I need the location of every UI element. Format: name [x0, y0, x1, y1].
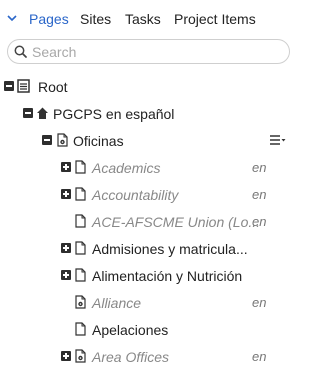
tree-row[interactable]: PGCPS en español: [0, 102, 289, 126]
collapse-toggle-icon[interactable]: [4, 81, 14, 91]
tree-row[interactable]: ACE-AFSCME Union (Lo... en: [0, 210, 289, 234]
language-tag: en: [252, 160, 267, 175]
tree-row[interactable]: Accountability en: [0, 183, 289, 207]
tree-row[interactable]: Oficinas: [0, 129, 289, 153]
page-icon: [75, 187, 86, 201]
tree-item-label[interactable]: PGCPS en español: [53, 106, 174, 122]
tree-item-label[interactable]: Alimentación y Nutrición: [92, 268, 242, 284]
tree-item-label[interactable]: Admisiones y matricula...: [92, 241, 248, 257]
page-gear-icon: [57, 133, 68, 147]
list-icon: [17, 79, 30, 93]
tab-sites[interactable]: Sites: [80, 10, 111, 28]
search-icon: [14, 45, 27, 58]
expand-toggle-icon[interactable]: [61, 243, 71, 253]
menu-dropdown-icon[interactable]: [270, 134, 286, 146]
tree-row[interactable]: Area Offices en: [0, 345, 289, 369]
page-icon: [75, 241, 86, 255]
page-gear-icon: [75, 295, 86, 309]
tree-row[interactable]: Academics en: [0, 156, 289, 180]
search-input[interactable]: [32, 43, 272, 61]
tab-tasks[interactable]: Tasks: [125, 10, 161, 28]
tree-row[interactable]: Apelaciones: [0, 318, 289, 342]
page-icon: [75, 214, 86, 228]
chevron-down-icon[interactable]: [6, 12, 18, 24]
page-icon: [75, 322, 86, 336]
tree-item-label[interactable]: Apelaciones: [92, 322, 168, 338]
collapse-toggle-icon[interactable]: [23, 108, 33, 118]
tab-pages[interactable]: Pages: [29, 10, 69, 28]
tree-row[interactable]: Alliance en: [0, 291, 289, 315]
tree-item-label[interactable]: Oficinas: [73, 133, 124, 149]
tree-item-label[interactable]: Academics: [92, 160, 160, 176]
tree-item-label[interactable]: Area Offices: [92, 349, 169, 365]
page-icon: [75, 268, 86, 282]
collapse-toggle-icon[interactable]: [42, 135, 52, 145]
tree-item-label[interactable]: Alliance: [92, 295, 141, 311]
tree-row[interactable]: Alimentación y Nutrición: [0, 264, 289, 288]
language-tag: en: [252, 214, 267, 229]
expand-toggle-icon[interactable]: [61, 351, 71, 361]
language-tag: en: [252, 349, 267, 364]
language-tag: en: [252, 295, 267, 310]
tab-project-items[interactable]: Project Items: [174, 10, 256, 28]
expand-toggle-icon[interactable]: [61, 162, 71, 172]
tree-row[interactable]: Admisiones y matricula...: [0, 237, 289, 261]
tree-item-label[interactable]: Root: [38, 79, 68, 95]
expand-toggle-icon[interactable]: [61, 270, 71, 280]
search-box: [7, 39, 290, 64]
page-gear-icon: [75, 349, 86, 363]
tab-bar: Pages Sites Tasks Project Items: [0, 0, 289, 38]
expand-toggle-icon[interactable]: [61, 189, 71, 199]
tree-item-label[interactable]: ACE-AFSCME Union (Lo...: [92, 214, 260, 230]
tree-item-label[interactable]: Accountability: [92, 187, 178, 203]
page-icon: [75, 160, 86, 174]
tree-row[interactable]: Root: [0, 75, 289, 99]
language-tag: en: [252, 187, 267, 202]
home-icon: [37, 107, 48, 119]
